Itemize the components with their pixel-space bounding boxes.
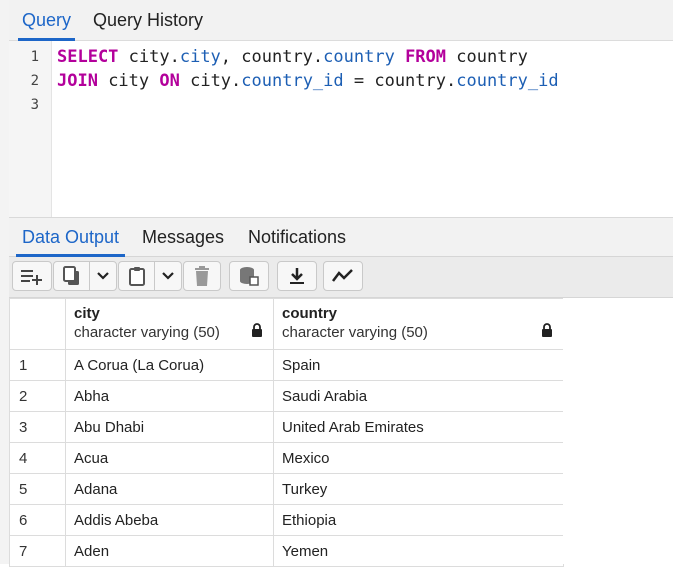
tab-data-output[interactable]: Data Output — [15, 218, 126, 257]
table-row[interactable]: 1 A Corua (La Corua) Spain — [9, 349, 564, 381]
code-text: city. — [179, 71, 242, 91]
chevron-down-icon[interactable] — [96, 271, 110, 281]
code-text: = country. — [343, 71, 457, 91]
paste-button[interactable] — [118, 261, 182, 291]
table-row[interactable]: 6 Addis Abeba Ethiopia — [9, 504, 564, 536]
cell-city[interactable]: Addis Abeba — [65, 504, 274, 536]
cell-country[interactable]: United Arab Emirates — [273, 411, 564, 443]
keyword-from: FROM — [405, 47, 447, 67]
table-row[interactable]: 2 Abha Saudi Arabia — [9, 380, 564, 412]
header-row: city character varying (50) country char… — [9, 298, 564, 350]
tab-query[interactable]: Query — [17, 0, 76, 41]
graph-icon — [332, 269, 353, 282]
column-header-city[interactable]: city character varying (50) — [65, 298, 274, 350]
add-row-icon — [21, 270, 42, 285]
cell-country[interactable]: Saudi Arabia — [273, 380, 564, 412]
cell-country[interactable]: Yemen — [273, 535, 564, 567]
cell-city[interactable]: Abu Dhabi — [65, 411, 274, 443]
code-line-2: JOIN city ON city.country_id = country.c… — [57, 71, 559, 91]
query-tab-bar: Query Query History — [9, 0, 673, 41]
paste-icon — [128, 267, 145, 286]
cell-country[interactable]: Turkey — [273, 473, 564, 505]
tab-query-history[interactable]: Query History — [93, 0, 203, 40]
data-toolbar — [9, 257, 673, 298]
code-text: city — [97, 71, 160, 91]
column-type: character varying (50) — [74, 324, 220, 341]
line-number: 3 — [30, 97, 39, 113]
delete-button[interactable] — [183, 261, 221, 291]
tab-notifications[interactable]: Notifications — [248, 218, 346, 256]
delete-icon — [195, 266, 209, 286]
tab-messages[interactable]: Messages — [142, 218, 224, 256]
row-number-header[interactable] — [9, 298, 66, 350]
row-number[interactable]: 3 — [9, 411, 66, 443]
column-name: country — [282, 305, 338, 322]
cell-city[interactable]: Acua — [65, 442, 274, 474]
cell-country[interactable]: Mexico — [273, 442, 564, 474]
keyword-select: SELECT — [57, 47, 119, 67]
add-row-button[interactable] — [12, 261, 52, 291]
line-number-gutter: 1 2 3 — [9, 41, 52, 217]
cell-city[interactable]: Abha — [65, 380, 274, 412]
chevron-down-icon[interactable] — [161, 271, 175, 281]
cell-country[interactable]: Ethiopia — [273, 504, 564, 536]
copy-button[interactable] — [53, 261, 117, 291]
save-data-icon — [240, 267, 259, 286]
code-property: country_id — [456, 71, 559, 91]
graph-visualiser-button[interactable] — [323, 261, 363, 291]
code-property: city — [179, 47, 221, 67]
lock-icon — [542, 323, 552, 337]
keyword-join: JOIN — [57, 71, 98, 91]
column-type: character varying (50) — [282, 324, 428, 341]
code-text: country — [446, 47, 528, 67]
row-number[interactable]: 7 — [9, 535, 66, 567]
save-data-button[interactable] — [229, 261, 269, 291]
table-row[interactable]: 3 Abu Dhabi United Arab Emirates — [9, 411, 564, 443]
cell-country[interactable]: Spain — [273, 349, 564, 381]
line-number: 1 — [30, 49, 39, 65]
code-text: city. — [118, 47, 180, 67]
lock-icon — [252, 323, 262, 337]
keyword-on: ON — [159, 71, 180, 91]
download-button[interactable] — [277, 261, 317, 291]
table-row[interactable]: 5 Adana Turkey — [9, 473, 564, 505]
sql-editor[interactable]: 1 2 3 SELECT city.city, country.country … — [9, 41, 673, 218]
code-property: country_id — [241, 71, 344, 91]
line-number: 2 — [30, 73, 39, 89]
code-text: , country. — [220, 47, 324, 67]
cell-city[interactable]: A Corua (La Corua) — [65, 349, 274, 381]
table-row[interactable]: 4 Acua Mexico — [9, 442, 564, 474]
row-number[interactable]: 2 — [9, 380, 66, 412]
code-property: country — [323, 47, 395, 67]
row-number[interactable]: 1 — [9, 349, 66, 381]
download-icon — [290, 268, 304, 284]
code-line-1: SELECT city.city, country.country FROM c… — [57, 47, 528, 67]
column-name: city — [74, 305, 100, 322]
column-header-country[interactable]: country character varying (50) — [273, 298, 564, 350]
row-number[interactable]: 6 — [9, 504, 66, 536]
cell-city[interactable]: Adana — [65, 473, 274, 505]
grid-empty-area — [563, 298, 673, 564]
cell-city[interactable]: Aden — [65, 535, 274, 567]
row-number[interactable]: 5 — [9, 473, 66, 505]
copy-icon — [62, 266, 79, 285]
result-grid: city character varying (50) country char… — [9, 298, 564, 567]
table-row[interactable]: 7 Aden Yemen — [9, 535, 564, 567]
row-number[interactable]: 4 — [9, 442, 66, 474]
output-tab-bar: Data Output Messages Notifications — [9, 218, 673, 257]
